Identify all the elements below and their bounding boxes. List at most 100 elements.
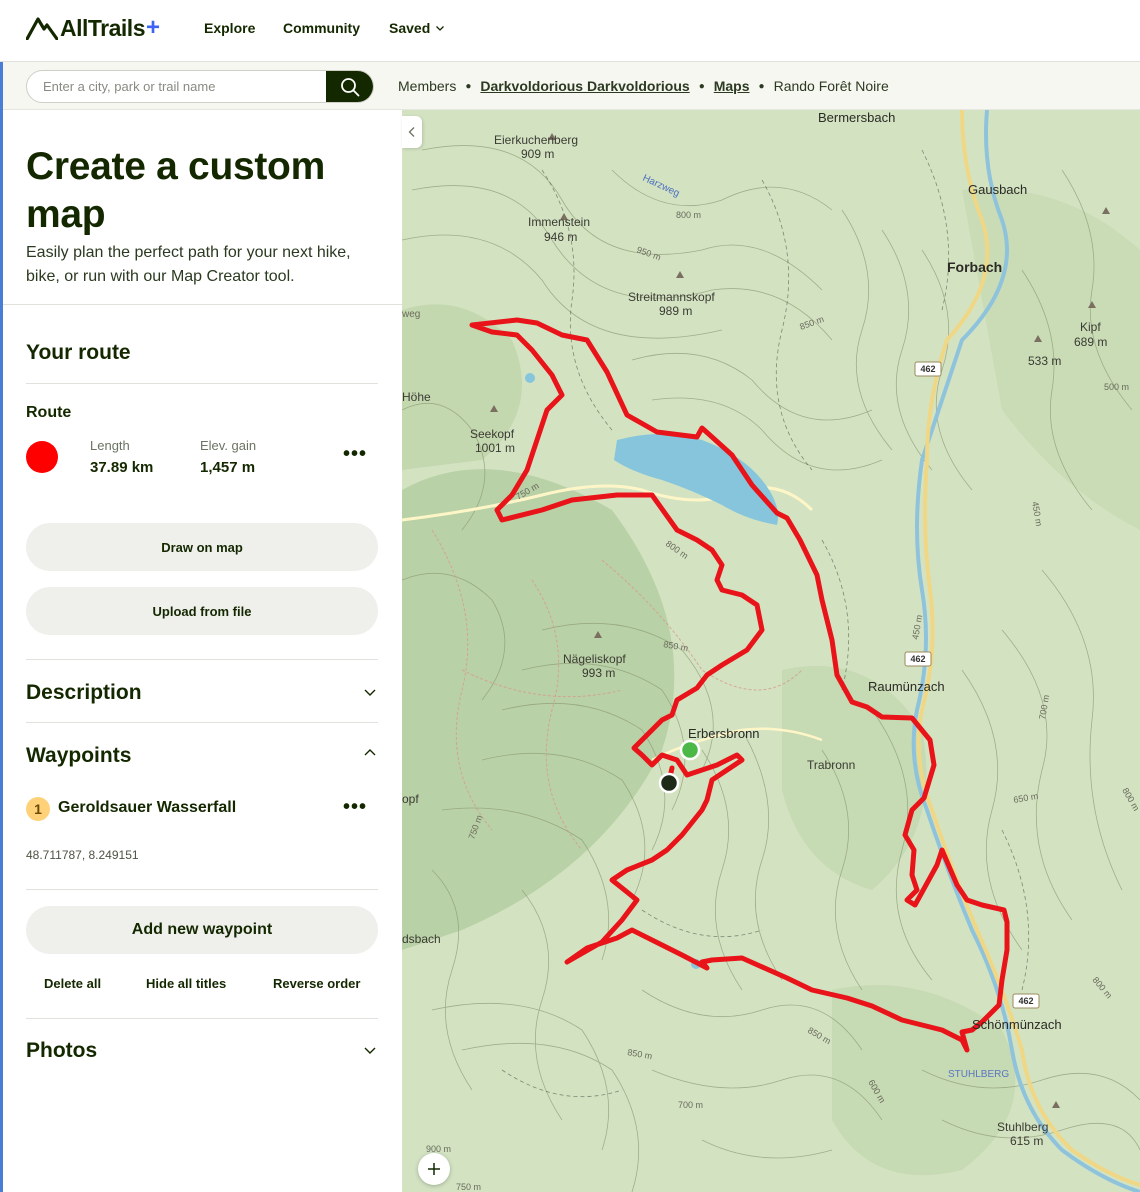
place-elev-streitmannskopf: 989 m xyxy=(659,304,692,318)
route-color-swatch[interactable] xyxy=(26,441,58,473)
zoom-in-button[interactable] xyxy=(418,1153,450,1185)
place-elev-stuhlberg: 615 m xyxy=(1010,1134,1043,1148)
logo-wordmark: AllTrails xyxy=(60,14,145,41)
nav-community-link[interactable]: Community xyxy=(283,20,360,36)
svg-text:700 m: 700 m xyxy=(678,1100,703,1110)
place-elev-kipf: 689 m xyxy=(1074,335,1107,349)
place-label-trabronn: Trabronn xyxy=(807,758,855,772)
trail-label-weg: weg xyxy=(402,309,420,320)
route-more-options-icon[interactable]: ••• xyxy=(343,443,367,466)
search-button[interactable] xyxy=(326,71,373,102)
svg-text:800 m: 800 m xyxy=(676,210,701,220)
draw-on-map-button[interactable]: Draw on map xyxy=(26,523,378,571)
upload-from-file-button[interactable]: Upload from file xyxy=(26,587,378,635)
place-label-stuhlberg: Stuhlberg xyxy=(997,1120,1048,1134)
place-label-bermersbach: Bermersbach xyxy=(818,110,895,125)
elevation-gain-value: 1,457 m xyxy=(200,459,256,476)
nav-explore-link[interactable]: Explore xyxy=(204,20,255,36)
place-label-stuhlberg-area: STUHLBERG xyxy=(948,1069,1009,1080)
place-label-forbach: Forbach xyxy=(947,259,1002,275)
nav-saved-dropdown[interactable]: Saved xyxy=(389,20,446,36)
breadcrumb-members[interactable]: Members xyxy=(398,78,456,94)
hide-all-titles-button[interactable]: Hide all titles xyxy=(146,976,226,991)
logo-plus-mark: + xyxy=(145,14,160,41)
place-elev-nageliskopf: 993 m xyxy=(582,666,615,680)
waypoint-more-options-icon[interactable]: ••• xyxy=(343,796,367,819)
search-box xyxy=(26,70,374,103)
delete-all-waypoints-button[interactable]: Delete all xyxy=(44,976,101,991)
divider xyxy=(26,722,378,723)
svg-text:462: 462 xyxy=(1018,996,1033,1006)
topographic-map[interactable]: 462 462 462 Bermersbach Eierkuchenberg 9… xyxy=(402,110,1140,1192)
reverse-order-button[interactable]: Reverse order xyxy=(273,976,360,991)
place-label-streitmannskopf: Streitmannskopf xyxy=(628,290,715,304)
place-elev-533: 533 m xyxy=(1028,354,1061,368)
top-navigation-bar: AllTrails + Explore Community Saved xyxy=(0,0,1140,62)
length-value: 37.89 km xyxy=(90,459,154,476)
breadcrumb-maps-link[interactable]: Maps xyxy=(714,78,750,94)
svg-text:750 m: 750 m xyxy=(456,1182,481,1192)
place-label-seekopf: Seekopf xyxy=(470,427,515,441)
place-elev-eierkuchenberg: 909 m xyxy=(521,147,554,161)
breadcrumb-separator: ● xyxy=(758,80,765,92)
breadcrumb-separator: ● xyxy=(465,80,472,92)
route-label: Route xyxy=(26,404,72,421)
search-input[interactable] xyxy=(27,71,327,102)
length-label: Length xyxy=(90,438,130,453)
place-label-eierkuchenberg: Eierkuchenberg xyxy=(494,133,578,147)
chevron-down-icon xyxy=(436,26,445,31)
mountain-logo-icon xyxy=(26,17,58,40)
elevation-gain-label: Elev. gain xyxy=(200,438,257,453)
collapse-sidebar-button[interactable] xyxy=(402,116,422,148)
page-subtitle: Easily plan the perfect path for your ne… xyxy=(26,244,351,285)
svg-text:462: 462 xyxy=(920,364,935,374)
chevron-up-icon[interactable] xyxy=(363,746,377,760)
breadcrumb-current-map: Rando Forêt Noire xyxy=(773,78,889,94)
waypoint-number-badge: 1 xyxy=(26,797,50,821)
waypoints-heading[interactable]: Waypoints xyxy=(26,744,131,768)
add-new-waypoint-button[interactable]: Add new waypoint xyxy=(26,906,378,954)
breadcrumb-separator: ● xyxy=(698,80,705,92)
place-label-opf: opf xyxy=(402,792,419,806)
svg-text:462: 462 xyxy=(910,654,925,664)
road-badge: 462 xyxy=(1012,993,1040,1009)
small-lake xyxy=(525,373,535,383)
place-label-schonmunzach: Schönmünzach xyxy=(972,1017,1062,1032)
page-title: Create a custom map xyxy=(26,145,325,236)
divider xyxy=(26,659,378,660)
waypoint-coordinates: 48.711787, 8.249151 xyxy=(26,848,139,862)
divider xyxy=(26,889,378,890)
place-label-dsbach: dsbach xyxy=(402,932,441,946)
description-heading[interactable]: Description xyxy=(26,681,142,705)
plus-icon xyxy=(428,1163,440,1175)
place-label-gausbach: Gausbach xyxy=(968,182,1027,197)
svg-text:500 m: 500 m xyxy=(1104,382,1129,392)
divider xyxy=(26,383,378,384)
divider xyxy=(3,304,402,305)
alltrails-logo[interactable]: AllTrails + xyxy=(26,13,160,43)
search-icon xyxy=(340,77,359,96)
breadcrumb: Members ● Darkvoldorious Darkvoldorious … xyxy=(398,78,889,94)
route-end-marker[interactable] xyxy=(658,772,680,794)
road-badge: 462 xyxy=(914,361,942,377)
chevron-down-icon[interactable] xyxy=(363,1043,377,1057)
road-badge: 462 xyxy=(904,651,932,667)
map-creator-sidebar: Create a custom map Easily plan the perf… xyxy=(3,110,402,1192)
breadcrumb-user-link[interactable]: Darkvoldorious Darkvoldorious xyxy=(480,78,689,94)
divider xyxy=(26,1018,378,1019)
place-elev-immenstein: 946 m xyxy=(544,230,577,244)
nav-saved-label: Saved xyxy=(389,20,431,36)
place-label-kipf: Kipf xyxy=(1080,320,1101,334)
place-label-nageliskopf: Nägeliskopf xyxy=(563,652,626,666)
place-label-immenstein: Immenstein xyxy=(528,215,590,229)
photos-heading[interactable]: Photos xyxy=(26,1039,97,1063)
route-start-marker[interactable] xyxy=(679,739,701,761)
place-label-raumunzach: Raumünzach xyxy=(868,679,945,694)
map-canvas[interactable]: 462 462 462 Bermersbach Eierkuchenberg 9… xyxy=(402,110,1140,1192)
waypoint-name[interactable]: Geroldsauer Wasserfall xyxy=(58,799,236,817)
place-elev-seekopf: 1001 m xyxy=(475,441,515,455)
place-label-hohe: Höhe xyxy=(402,390,431,404)
place-label-erbersbronn: Erbersbronn xyxy=(688,726,760,741)
chevron-down-icon[interactable] xyxy=(363,685,377,699)
chevron-left-icon xyxy=(408,127,415,137)
